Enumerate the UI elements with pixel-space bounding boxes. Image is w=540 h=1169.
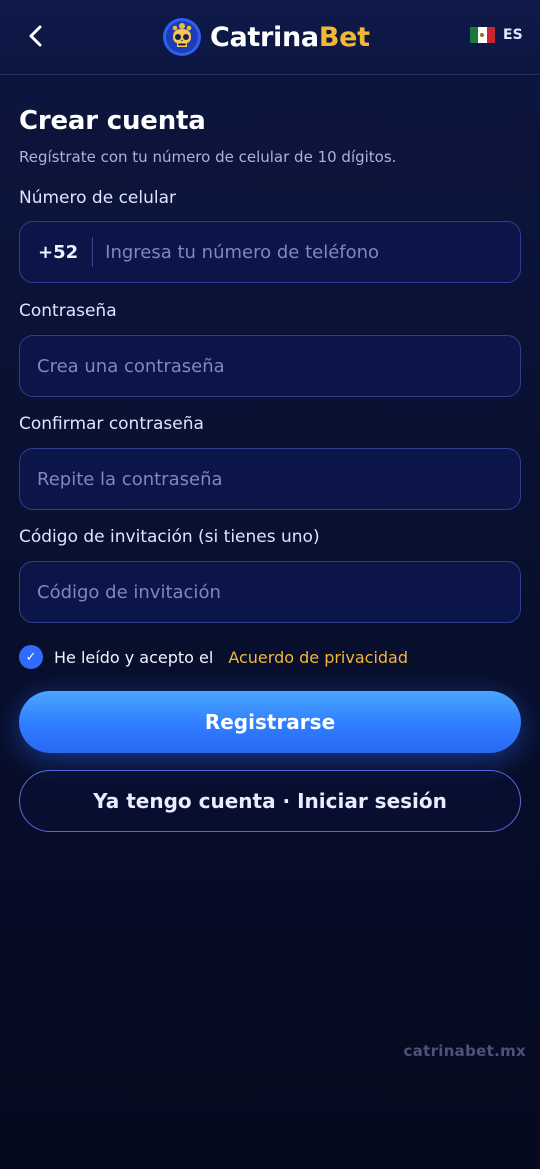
password-field <box>19 335 521 397</box>
site-watermark: catrinabet.mx <box>403 1042 526 1060</box>
invite-code-label: Código de invitación (si tienes uno) <box>19 527 320 547</box>
catrina-skull-icon <box>163 18 201 56</box>
page-title: Crear cuenta <box>19 106 206 136</box>
agreement-text: He leído y acepto el <box>54 647 214 667</box>
password-label: Contraseña <box>19 301 117 321</box>
brand-name-part2: Bet <box>318 21 370 53</box>
confirm-password-field <box>19 448 521 510</box>
password-input[interactable] <box>20 336 520 396</box>
phone-label: Número de celular <box>19 188 177 208</box>
app-header: CatrinaBet ES <box>0 0 540 75</box>
login-button[interactable]: Ya tengo cuenta · Iniciar sesión <box>19 770 521 832</box>
mexico-flag-icon <box>470 27 495 43</box>
country-code-prefix[interactable]: +52 <box>20 242 92 263</box>
invite-code-field <box>19 561 521 623</box>
brand-logo[interactable]: CatrinaBet <box>162 17 370 57</box>
brand-name-part1: Catrina <box>210 21 319 53</box>
confirm-password-input[interactable] <box>20 449 520 509</box>
confirm-password-label: Confirmar contraseña <box>19 414 204 434</box>
invite-code-input[interactable] <box>20 562 520 622</box>
privacy-checkbox[interactable]: ✓ <box>19 645 43 669</box>
register-button[interactable]: Registrarse <box>19 691 521 753</box>
privacy-policy-link[interactable]: Acuerdo de privacidad <box>228 648 408 667</box>
page-subtitle: Regístrate con tu número de celular de 1… <box>19 148 397 166</box>
phone-input[interactable] <box>93 222 520 282</box>
language-selector[interactable]: ES <box>470 26 523 44</box>
brand-name: CatrinaBet <box>210 22 370 53</box>
chevron-left-icon <box>29 25 42 47</box>
back-button[interactable] <box>18 18 54 54</box>
privacy-agreement: ✓ He leído y acepto el Acuerdo de privac… <box>19 645 408 669</box>
language-label: ES <box>503 27 523 43</box>
phone-field: +52 <box>19 221 521 283</box>
